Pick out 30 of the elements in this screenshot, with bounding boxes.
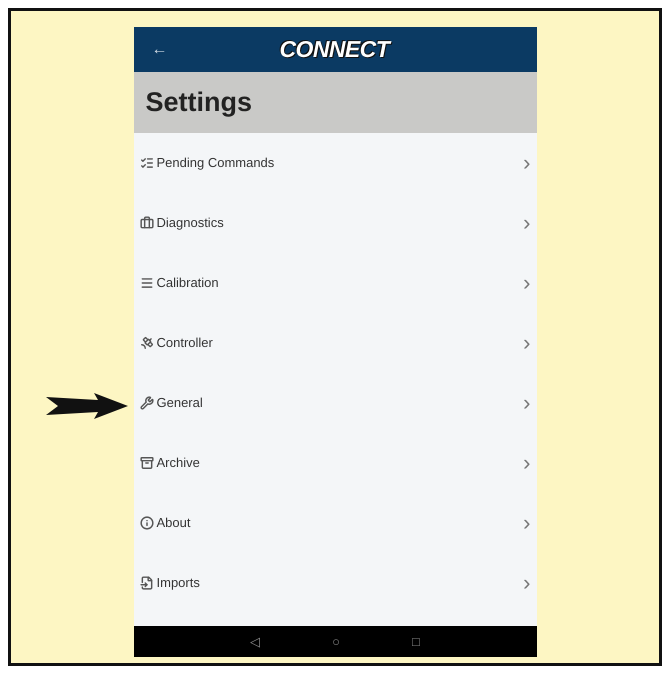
menu-item-label[interactable]: About <box>156 513 190 533</box>
chevron-icon: › <box>523 272 530 294</box>
chevron-icon: › <box>523 392 530 414</box>
chevron-icon: › <box>523 452 530 474</box>
wrench-icon <box>140 396 154 410</box>
toolbox-icon <box>140 216 154 230</box>
menu-item-label[interactable]: Imports <box>156 573 200 593</box>
chevron-icon: › <box>523 152 530 174</box>
menu-item-label[interactable]: Diagnostics <box>156 213 224 233</box>
app-logo: CONNECT <box>280 35 390 64</box>
import-icon <box>140 576 154 590</box>
menu-item-label[interactable]: Controller <box>156 333 213 353</box>
chevron-icon: › <box>523 212 530 234</box>
lines-icon <box>140 276 154 290</box>
home-button[interactable]: ○ <box>332 632 340 652</box>
back-arrow-icon[interactable]: ← <box>152 38 172 62</box>
menu-item-label[interactable]: Calibration <box>156 273 219 293</box>
recents-button[interactable]: □ <box>412 632 420 652</box>
chevron-icon: › <box>523 332 530 354</box>
page-title: Settings <box>146 86 252 120</box>
menu-item-label[interactable]: Archive <box>156 453 200 473</box>
satellite-icon <box>140 336 154 350</box>
chevron-icon: › <box>523 512 530 534</box>
back-button[interactable]: ◁ <box>250 632 260 652</box>
menu-item-label[interactable]: General <box>156 393 203 413</box>
menu-item-label[interactable]: Pending Commands <box>156 153 274 173</box>
chevron-icon: › <box>523 572 530 594</box>
archive-icon <box>140 456 154 470</box>
info-icon <box>140 516 154 530</box>
list-icon <box>140 156 154 170</box>
